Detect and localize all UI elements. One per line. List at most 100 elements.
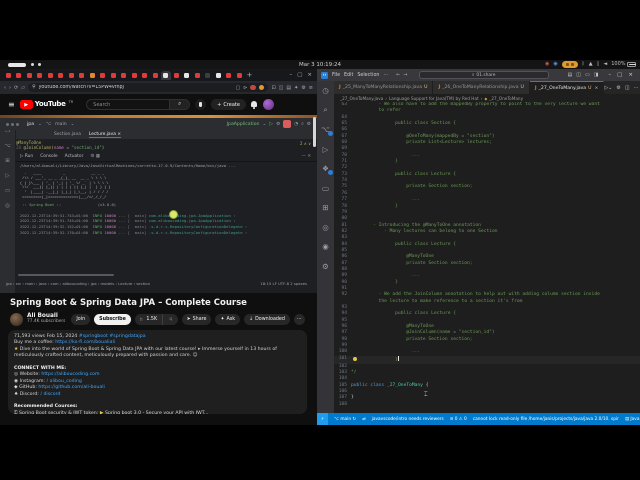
git-branch-status[interactable]: ⌥ main ↻	[334, 417, 356, 422]
window-control[interactable]: –	[608, 72, 611, 78]
settings-icon[interactable]: ⚙	[301, 85, 305, 91]
menu-edit[interactable]: Edit	[344, 73, 353, 78]
back-button[interactable]: ‹	[4, 85, 6, 91]
sidebar-icon[interactable]: ◫	[279, 85, 284, 91]
editor-action-icon[interactable]: ◫	[625, 85, 630, 91]
activity-icon[interactable]: ⌕	[320, 105, 331, 116]
youtube-logo[interactable]: ▶ YouTube TR	[20, 100, 73, 109]
browser-tab[interactable]	[35, 71, 46, 80]
layout-icon[interactable]: ▭	[585, 72, 590, 78]
voice-search-button[interactable]	[195, 99, 206, 110]
share-button[interactable]: ➤Share	[182, 314, 212, 325]
browser-tab[interactable]	[213, 71, 224, 80]
wifi-icon[interactable]: ▲	[589, 61, 593, 68]
browser-tab[interactable]	[140, 71, 151, 80]
search-button[interactable]: ⌕	[169, 100, 189, 109]
dislike-button[interactable]: ☞	[163, 314, 177, 325]
rewards-icon[interactable]: ✦	[294, 85, 298, 91]
window-control[interactable]: ▢	[617, 72, 622, 78]
browser-tab[interactable]	[203, 71, 214, 80]
extension-icon[interactable]: ⊡	[271, 85, 275, 91]
lightbulb-icon[interactable]	[353, 357, 357, 361]
browser-tab[interactable]	[150, 71, 161, 80]
channel-avatar[interactable]	[10, 313, 23, 326]
downloaded-button[interactable]: ↓Downloaded	[244, 314, 290, 325]
activity-icon[interactable]: ◉	[320, 241, 331, 252]
browser-tab[interactable]	[56, 71, 67, 80]
user-avatar[interactable]	[263, 99, 274, 110]
browser-tab[interactable]	[129, 71, 140, 80]
remote-indicator[interactable]: ⚡	[317, 413, 328, 425]
browser-tab[interactable]	[182, 71, 193, 80]
vscode-breadcrumb[interactable]: _27_OneToMany.java›Language Support for …	[334, 94, 640, 102]
more-actions-button[interactable]: ⋯	[294, 314, 305, 325]
reading-list-icon[interactable]: ▤	[286, 85, 291, 91]
breadcrumb-item[interactable]: _27_OneToMany	[489, 96, 523, 101]
reload-button[interactable]: ⟳	[14, 85, 18, 91]
browser-tab[interactable]	[119, 71, 130, 80]
bluetooth-icon[interactable]: ᛒ	[582, 61, 585, 68]
guide-menu-icon[interactable]: ≡	[8, 100, 15, 109]
bookmark-icon[interactable]: ▱	[21, 85, 25, 91]
new-tab-button[interactable]: +	[247, 71, 253, 79]
browser-tab[interactable]	[98, 71, 109, 80]
browser-tab[interactable]	[171, 71, 182, 80]
join-button[interactable]: Join	[71, 314, 90, 325]
activity-icon[interactable]: ▷	[320, 144, 331, 155]
editor-tab[interactable]: J_26_OneToManyRelationship.javaU	[433, 81, 529, 94]
java-ready-status[interactable]: ▤ Java: Ready	[625, 417, 640, 422]
browser-tab[interactable]	[108, 71, 119, 80]
media-icon[interactable]: ⊳	[243, 85, 247, 91]
layout-icon[interactable]: ▤	[567, 72, 572, 78]
forward-button[interactable]: ›	[9, 85, 11, 91]
nav-back-icon[interactable]: ←	[396, 73, 400, 78]
like-button[interactable]: ☞1.5K	[135, 314, 163, 325]
browser-tab[interactable]	[24, 71, 35, 80]
site-info-icon[interactable]: ⚲	[32, 85, 36, 90]
browser-tab[interactable]	[45, 71, 56, 80]
notifications-bell-icon[interactable]	[251, 101, 258, 109]
video-player[interactable]: ❐ ⌥ ⊞ ▷ ▭ ◎ jpa ⌄ ⌥ main ⌄ JpaApplicatio…	[0, 115, 317, 293]
app-icon[interactable]: ◉	[545, 61, 549, 68]
display-icon[interactable]: ▯	[597, 61, 600, 68]
activity-icon[interactable]: ❖	[320, 163, 331, 174]
browser-tab[interactable]	[192, 71, 203, 80]
window-control[interactable]: ×	[628, 72, 633, 78]
browser-tab[interactable]	[87, 71, 98, 80]
ask-button[interactable]: ✦Ask	[215, 314, 240, 325]
window-control[interactable]: ×	[307, 72, 312, 78]
editor-action-icon[interactable]: ⋯	[634, 85, 639, 91]
browser-tab[interactable]	[234, 71, 245, 80]
video-description-box[interactable]: 71,593 views Feb 15, 2024 #springboot #s…	[8, 330, 307, 414]
browser-tab[interactable]	[224, 71, 235, 80]
menu-file[interactable]: File	[332, 73, 340, 78]
create-button[interactable]: + Create	[211, 99, 246, 110]
activity-icon[interactable]: ▭	[320, 183, 331, 194]
sync-status[interactable]: ⇄	[362, 417, 366, 422]
menu-⋯[interactable]: ⋯	[383, 73, 388, 78]
breadcrumb-item[interactable]: Language Support for Java(TM) by Red Hat	[389, 96, 479, 101]
address-bar[interactable]: ⚲ youtube.com/watch?v=L5PW4vfhpJ ▢ ⊳	[28, 83, 268, 92]
editor-action-icon[interactable]: ⚙	[616, 85, 620, 91]
subscribe-button[interactable]: Subscribe	[94, 314, 131, 325]
youtube-search-box[interactable]: Search ⌕	[86, 99, 190, 110]
window-control[interactable]: –	[289, 72, 292, 78]
close-tab-icon[interactable]: ×	[594, 86, 598, 91]
browser-tab[interactable]	[66, 71, 77, 80]
layout-icon[interactable]: ◫	[576, 72, 581, 78]
activity-icon[interactable]: ⌥	[320, 124, 331, 135]
breadcrumb-item[interactable]: _27_OneToMany.java	[340, 96, 383, 101]
editor-tab[interactable]: J_25_ManyToManyRelationship.javaU	[334, 81, 433, 94]
extension-status[interactable]: javavscode/intro needs reviewers	[372, 417, 444, 422]
vscode-editor[interactable]: 63- We also have to add the mappedBy pro…	[334, 102, 640, 413]
activity-icon[interactable]: ◷	[320, 85, 331, 96]
browser-icon[interactable]: ◉	[553, 61, 557, 68]
browser-tab[interactable]	[14, 71, 25, 80]
cast-icon[interactable]: ▢	[236, 85, 241, 91]
editor-tab[interactable]: J_27_OneToMany.javaU×	[530, 81, 604, 94]
menu-selection[interactable]: Selection	[357, 73, 379, 78]
browser-tab[interactable]	[77, 71, 88, 80]
input-switch-pill[interactable]	[562, 61, 578, 68]
command-center-search[interactable]: ⌕ 01.share	[419, 71, 549, 79]
browser-tab[interactable]	[3, 71, 14, 80]
